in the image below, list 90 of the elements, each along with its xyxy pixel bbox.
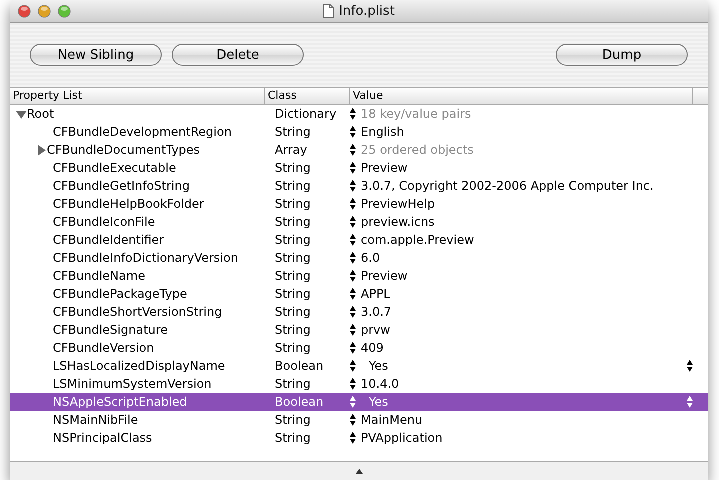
property-value: MainMenu bbox=[361, 413, 423, 427]
stepper-icon[interactable] bbox=[687, 360, 693, 372]
window-control-icon[interactable] bbox=[38, 4, 51, 18]
stepper-icon[interactable] bbox=[350, 252, 356, 264]
column-header[interactable]: Value bbox=[350, 88, 693, 104]
class-label: String bbox=[275, 215, 311, 229]
window-title: Info.plist bbox=[339, 4, 395, 18]
toolbar-button[interactable]: Dump bbox=[556, 44, 688, 66]
window-control-icon[interactable] bbox=[18, 4, 31, 18]
class-label: String bbox=[275, 341, 311, 355]
property-key: CFBundleExecutable bbox=[53, 161, 176, 175]
property-value: 3.0.7, Copyright 2002-2006 Apple Computer Inc. bbox=[361, 179, 654, 193]
class-label: String bbox=[275, 179, 311, 193]
class-label: String bbox=[275, 251, 311, 265]
class-label: String bbox=[275, 269, 311, 283]
document-icon bbox=[323, 4, 334, 18]
property-value: Yes bbox=[368, 395, 388, 409]
property-key: CFBundleSignature bbox=[53, 323, 168, 337]
property-key: CFBundleVersion bbox=[53, 341, 154, 355]
stepper-icon[interactable] bbox=[350, 234, 356, 246]
class-label: String bbox=[275, 233, 311, 247]
stepper-icon[interactable] bbox=[350, 180, 356, 192]
property-value: com.apple.Preview bbox=[361, 233, 474, 247]
class-label: String bbox=[275, 377, 311, 391]
property-value: Yes bbox=[368, 359, 388, 373]
column-header[interactable]: Property List bbox=[10, 88, 265, 104]
property-value: Preview bbox=[361, 269, 408, 283]
property-key: CFBundleInfoDictionaryVersion bbox=[53, 251, 238, 265]
stepper-icon[interactable] bbox=[350, 324, 356, 336]
class-label: String bbox=[275, 305, 311, 319]
property-key: CFBundleShortVersionString bbox=[53, 305, 222, 319]
stepper-icon[interactable] bbox=[350, 414, 356, 426]
property-key: NSAppleScriptEnabled bbox=[53, 395, 188, 409]
property-value: 25 ordered objects bbox=[361, 143, 474, 157]
window-control-icon[interactable] bbox=[58, 4, 71, 18]
property-key: LSHasLocalizedDisplayName bbox=[53, 359, 226, 373]
class-label: String bbox=[275, 125, 311, 139]
property-key: CFBundleName bbox=[53, 269, 146, 283]
property-value: APPL bbox=[361, 287, 390, 301]
property-key: CFBundlePackageType bbox=[53, 287, 188, 301]
expand-triangle-icon[interactable] bbox=[36, 144, 47, 156]
class-label: String bbox=[275, 197, 311, 211]
stepper-icon[interactable] bbox=[350, 360, 356, 372]
property-value: 10.4.0 bbox=[361, 377, 400, 391]
property-value: 6.0 bbox=[361, 251, 380, 265]
stepper-icon[interactable] bbox=[350, 342, 356, 354]
toolbar-button[interactable]: Delete bbox=[172, 44, 304, 66]
property-value: preview.icns bbox=[361, 215, 435, 229]
class-label: String bbox=[275, 323, 311, 337]
property-value: PreviewHelp bbox=[361, 197, 436, 211]
class-label: String bbox=[275, 431, 311, 445]
stepper-icon[interactable] bbox=[350, 216, 356, 228]
property-key: CFBundleDocumentTypes bbox=[47, 143, 200, 157]
stepper-icon[interactable] bbox=[350, 198, 356, 210]
column-header[interactable]: Class bbox=[265, 88, 350, 104]
class-label: Boolean bbox=[275, 395, 324, 409]
property-value: 18 key/value pairs bbox=[361, 107, 472, 121]
property-key: CFBundleHelpBookFolder bbox=[53, 197, 204, 211]
property-key: CFBundleDevelopmentRegion bbox=[53, 125, 232, 139]
property-key: LSMinimumSystemVersion bbox=[53, 377, 212, 391]
property-key: CFBundleGetInfoString bbox=[53, 179, 190, 193]
property-key: CFBundleIdentifier bbox=[53, 233, 164, 247]
class-label: String bbox=[275, 413, 311, 427]
stepper-icon[interactable] bbox=[350, 144, 356, 156]
property-value: English bbox=[361, 125, 404, 139]
splitter-handle-icon[interactable] bbox=[356, 468, 362, 474]
stepper-icon[interactable] bbox=[350, 270, 356, 282]
class-label: Dictionary bbox=[275, 107, 337, 121]
toolbar-button[interactable]: New Sibling bbox=[30, 44, 162, 66]
class-label: String bbox=[275, 287, 311, 301]
class-label: Boolean bbox=[275, 359, 324, 373]
stepper-icon[interactable] bbox=[350, 126, 356, 138]
class-label: Array bbox=[275, 143, 308, 157]
collapse-triangle-icon[interactable] bbox=[16, 108, 27, 120]
stepper-icon[interactable] bbox=[350, 108, 356, 120]
stepper-icon[interactable] bbox=[350, 306, 356, 318]
property-value: prvw bbox=[361, 323, 390, 337]
property-key: Root bbox=[27, 107, 54, 121]
property-value: PVApplication bbox=[361, 431, 443, 445]
stepper-icon[interactable] bbox=[350, 162, 356, 174]
property-value: 409 bbox=[361, 341, 384, 355]
property-key: CFBundleIconFile bbox=[53, 215, 156, 229]
property-key: NSMainNibFile bbox=[53, 413, 138, 427]
stepper-icon[interactable] bbox=[350, 288, 356, 300]
class-label: String bbox=[275, 161, 311, 175]
stepper-icon[interactable] bbox=[350, 378, 356, 390]
stepper-icon[interactable] bbox=[350, 432, 356, 444]
property-key: NSPrincipalClass bbox=[53, 431, 152, 445]
property-value: Preview bbox=[361, 161, 408, 175]
property-value: 3.0.7 bbox=[361, 305, 392, 319]
